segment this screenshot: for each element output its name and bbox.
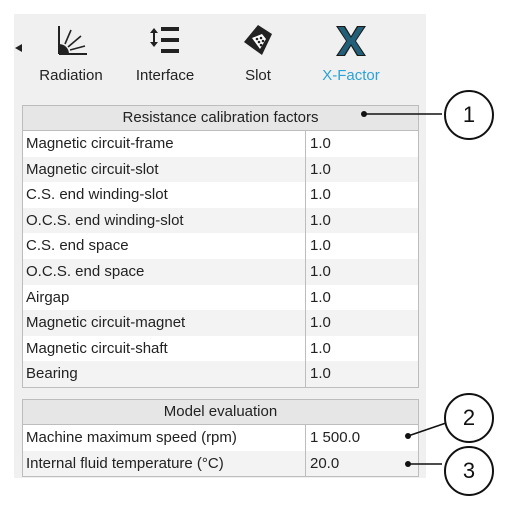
callout-1: 1 [444, 90, 494, 140]
value-field[interactable]: 1.0 [306, 336, 418, 362]
table-row: C.S. end space 1.0 [23, 233, 418, 259]
toolbar-x-factor-label: X-Factor [322, 67, 380, 84]
callout-3: 3 [444, 446, 494, 496]
row-label: Magnetic circuit-magnet [23, 310, 306, 336]
resistance-calibration-table: Resistance calibration factors Magnetic … [22, 105, 419, 388]
toolbar-slot-button[interactable]: Slot [213, 20, 303, 88]
table-row: Airgap 1.0 [23, 284, 418, 311]
resistance-table-header: Resistance calibration factors [23, 106, 418, 131]
value-field[interactable]: 1.0 [306, 310, 418, 336]
row-label: O.C.S. end space [23, 258, 306, 285]
callout-2: 2 [444, 393, 494, 443]
slot-icon [244, 25, 272, 55]
table-row: Magnetic circuit-frame 1.0 [23, 131, 418, 157]
toolbar-interface-button[interactable]: Interface [120, 20, 210, 88]
value-field[interactable]: 1.0 [306, 182, 418, 208]
table-row: Magnetic circuit-slot 1.0 [23, 156, 418, 183]
value-field[interactable]: 1.0 [306, 157, 418, 183]
toolbar-slot-label: Slot [245, 67, 271, 84]
value-field[interactable]: 1.0 [306, 208, 418, 234]
row-label: Magnetic circuit-frame [23, 131, 306, 157]
table-row: Internal fluid temperature (°C) 20.0 [23, 450, 418, 477]
toolbar-radiation-label: Radiation [39, 67, 103, 84]
x-factor-icon [336, 26, 366, 56]
radiation-icon [58, 26, 87, 55]
value-field[interactable]: 1.0 [306, 259, 418, 285]
toolbar-interface-label: Interface [135, 67, 195, 84]
row-label: Bearing [23, 361, 306, 387]
row-label: C.S. end winding-slot [23, 182, 306, 208]
table-row: C.S. end winding-slot 1.0 [23, 182, 418, 208]
table-row: O.C.S. end winding-slot 1.0 [23, 207, 418, 234]
row-label: C.S. end space [23, 233, 306, 259]
row-label: Airgap [23, 284, 306, 311]
value-field[interactable]: 1.0 [306, 233, 418, 259]
table-row: Machine maximum speed (rpm) 1 500.0 [23, 425, 418, 451]
model-evaluation-header: Model evaluation [23, 400, 418, 425]
value-field[interactable]: 1.0 [306, 285, 418, 311]
row-label: Magnetic circuit-slot [23, 156, 306, 183]
model-evaluation-table: Model evaluation Machine maximum speed (… [22, 399, 419, 478]
fluid-temperature-field[interactable]: 20.0 [306, 451, 418, 477]
row-label: Internal fluid temperature (°C) [23, 450, 306, 477]
scroll-left-arrow-icon[interactable] [15, 44, 22, 52]
row-label: O.C.S. end winding-slot [23, 207, 306, 234]
interface-icon [150, 27, 179, 53]
table-row: Magnetic circuit-shaft 1.0 [23, 335, 418, 362]
row-label: Machine maximum speed (rpm) [23, 425, 306, 451]
row-label: Magnetic circuit-shaft [23, 335, 306, 362]
toolbar-x-factor-button[interactable]: X-Factor [306, 20, 396, 88]
value-field[interactable]: 1.0 [306, 131, 418, 157]
value-field[interactable]: 1.0 [306, 361, 418, 387]
table-row: Bearing 1.0 [23, 361, 418, 387]
table-row: O.C.S. end space 1.0 [23, 258, 418, 285]
table-row: Magnetic circuit-magnet 1.0 [23, 310, 418, 336]
max-speed-field[interactable]: 1 500.0 [306, 425, 418, 451]
toolbar-radiation-button[interactable]: Radiation [26, 20, 116, 88]
